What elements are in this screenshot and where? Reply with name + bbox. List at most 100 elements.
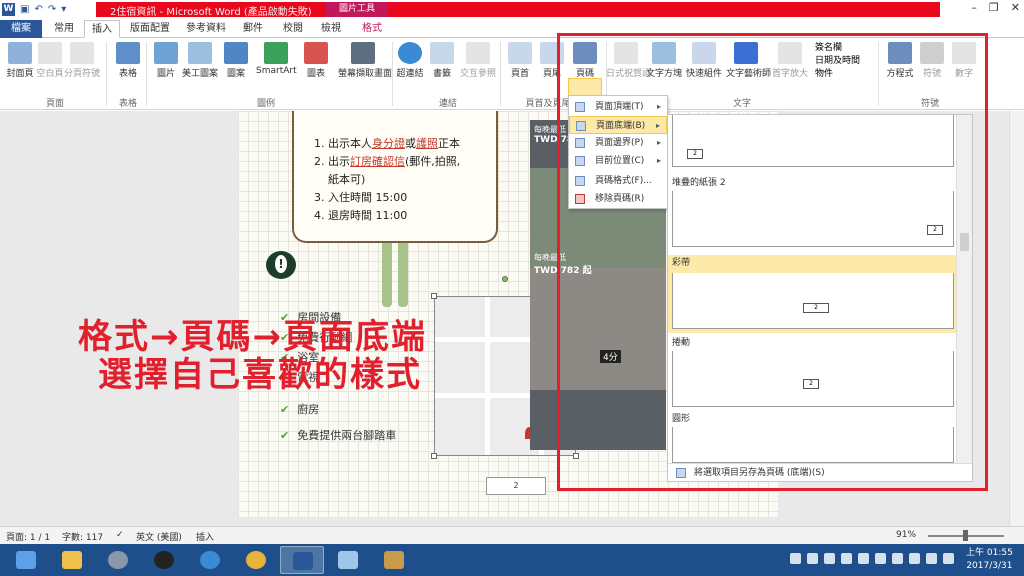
tray-icon[interactable] xyxy=(858,553,869,564)
cover-page-icon xyxy=(8,42,32,64)
resize-handle[interactable] xyxy=(431,453,437,459)
tab-mailings[interactable]: 郵件 xyxy=(236,20,270,38)
table-icon xyxy=(116,42,140,64)
number-button[interactable]: 數字 xyxy=(944,42,984,79)
vertical-scrollbar[interactable] xyxy=(1009,111,1024,526)
word-icon[interactable]: W xyxy=(2,2,15,16)
quick-parts-button[interactable]: 快速組件 xyxy=(684,42,724,79)
taskbar-app-1[interactable] xyxy=(96,546,140,574)
menu-item-top-of-page[interactable]: 頁面頂端(T) ▸ xyxy=(569,98,667,116)
save-selection-as-page-number[interactable]: 將選取項目另存為頁碼 (底端)(S) xyxy=(668,463,972,481)
tray-icon[interactable] xyxy=(841,553,852,564)
start-button[interactable] xyxy=(4,546,48,574)
tab-home[interactable]: 常用 xyxy=(48,20,80,38)
signature-line-button[interactable]: 簽名欄 xyxy=(815,42,860,55)
taskbar-app-4[interactable] xyxy=(372,546,416,574)
gallery-item-stacked-paper[interactable]: 堆疊的紙張 2 2 xyxy=(668,175,956,251)
menu-item-current-position[interactable]: 目前位置(C) ▸ xyxy=(569,152,667,170)
group-label-text: 文字 xyxy=(732,99,751,109)
gallery-item-circle[interactable]: 圓形 xyxy=(668,411,956,463)
customize-qat-icon[interactable]: ▾ xyxy=(61,4,66,15)
tab-view[interactable]: 檢視 xyxy=(314,20,348,38)
zoom-level[interactable]: 91% xyxy=(896,530,916,540)
date-time-button[interactable]: 日期及時間 xyxy=(815,55,860,68)
table-button[interactable]: 表格 xyxy=(108,42,148,79)
tab-format[interactable]: 格式 xyxy=(356,20,388,38)
menu-item-remove-page-numbers[interactable]: 移除頁碼(R) xyxy=(569,190,667,208)
group-label-symbols: 符號 xyxy=(920,99,939,109)
chart-button[interactable]: 圖表 xyxy=(296,42,336,79)
page-number-gallery: 2 堆疊的紙張 2 2 彩帶 2 捲動 2 圓形 將選取項目另存為頁碼 (底端)… xyxy=(667,114,973,482)
tray-icon[interactable] xyxy=(943,553,954,564)
tray-icon[interactable] xyxy=(790,553,801,564)
taskbar-word[interactable] xyxy=(280,546,324,574)
menu-item-page-margins[interactable]: 頁面邊界(P) ▸ xyxy=(569,134,667,152)
minimize-icon[interactable]: – xyxy=(971,1,977,14)
clock[interactable]: 上午 01:55 2017/3/31 xyxy=(966,547,1013,573)
tray-icon[interactable] xyxy=(892,553,903,564)
menu-item-format-page-numbers[interactable]: 頁碼格式(F)... xyxy=(569,172,667,190)
gallery-scrollbar[interactable] xyxy=(956,115,972,463)
proofing-icon[interactable]: ✓ xyxy=(116,530,124,540)
tray-icon[interactable] xyxy=(875,553,886,564)
taskbar-app-2[interactable] xyxy=(142,546,186,574)
status-bar: 頁面: 1 / 1 字數: 117 ✓ 英文 (美國) 插入 91% xyxy=(0,526,1024,544)
resize-handle[interactable] xyxy=(573,453,579,459)
tray-icon[interactable] xyxy=(807,553,818,564)
text-box-button[interactable]: 文字方塊 xyxy=(644,42,684,79)
tray-icon[interactable] xyxy=(824,553,835,564)
object-button[interactable]: 物件 xyxy=(815,68,860,81)
page-count[interactable]: 頁面: 1 / 1 xyxy=(6,530,50,543)
footer-icon xyxy=(540,42,564,64)
shapes-button[interactable]: 圖案 xyxy=(216,42,256,79)
undo-icon[interactable]: ↶ xyxy=(34,4,42,15)
taskbar-explorer[interactable] xyxy=(50,546,94,574)
menu-item-bottom-of-page[interactable]: 頁面底端(B) ▸ xyxy=(569,116,667,134)
tab-page-layout[interactable]: 版面配置 xyxy=(124,20,176,38)
redo-icon[interactable]: ↷ xyxy=(48,4,56,15)
drop-cap-icon xyxy=(778,42,802,64)
language[interactable]: 英文 (美國) xyxy=(136,530,182,543)
smartart-button[interactable]: SmartArt xyxy=(256,42,297,76)
resize-handle[interactable] xyxy=(431,293,437,299)
taskbar-chrome[interactable] xyxy=(234,546,278,574)
checkmark-icon: ✔ xyxy=(280,403,290,416)
insert-mode[interactable]: 插入 xyxy=(196,530,214,543)
tray-icon[interactable] xyxy=(926,553,937,564)
zoom-slider-thumb[interactable] xyxy=(963,530,968,541)
clip-art-button[interactable]: 美工圖案 xyxy=(180,42,220,79)
app-icon xyxy=(200,551,220,569)
list-item: ✔ 廚房 xyxy=(280,403,320,416)
current-position-icon xyxy=(575,156,585,166)
ribbon-tabs: 檔案 常用 插入 版面配置 參考資料 郵件 校閱 檢視 格式 xyxy=(0,18,1024,38)
number-icon xyxy=(952,42,976,64)
page-break-button[interactable]: 分頁符號 xyxy=(62,42,102,79)
header-icon xyxy=(508,42,532,64)
close-icon[interactable]: ✕ xyxy=(1011,1,1020,14)
gallery-item-scroll[interactable]: 捲動 2 xyxy=(668,335,956,411)
greeting-button[interactable]: 日式祝賀詞 xyxy=(606,42,651,79)
gallery-item-ribbon[interactable]: 彩帶 2 xyxy=(668,255,956,333)
taskbar-app-3[interactable] xyxy=(188,546,232,574)
tab-file[interactable]: 檔案 xyxy=(0,20,42,38)
page-number-button[interactable]: 頁碼 xyxy=(565,42,605,79)
gallery-item[interactable]: 2 xyxy=(668,115,956,171)
bookmark-button[interactable]: 書籤 xyxy=(422,42,462,79)
wordart-button[interactable]: 文字藝術師 xyxy=(726,42,771,79)
title-bar: W ▣ ↶ ↷ ▾ 2住宿資訊 - Microsoft Word (產品啟動失敗… xyxy=(0,0,1024,18)
tray-icon[interactable] xyxy=(909,553,920,564)
save-icon[interactable]: ▣ xyxy=(20,4,29,15)
tab-references[interactable]: 參考資料 xyxy=(180,20,232,38)
screenshot-button[interactable]: 螢幕擷取畫面 xyxy=(338,42,392,79)
taskbar-paint[interactable] xyxy=(326,546,370,574)
page-number-footer: 2 xyxy=(486,477,546,495)
restore-icon[interactable]: ❐ xyxy=(989,1,999,14)
format-icon xyxy=(575,176,585,186)
drop-cap-button[interactable]: 首字放大 xyxy=(770,42,810,79)
cross-reference-button[interactable]: 交互參照 xyxy=(458,42,498,79)
rotate-handle[interactable] xyxy=(502,276,508,282)
tab-review[interactable]: 校閱 xyxy=(276,20,310,38)
tab-insert[interactable]: 插入 xyxy=(84,20,120,38)
word-count[interactable]: 字數: 117 xyxy=(62,530,103,543)
note-line: 4. 退房時間 11:00 xyxy=(314,209,408,222)
